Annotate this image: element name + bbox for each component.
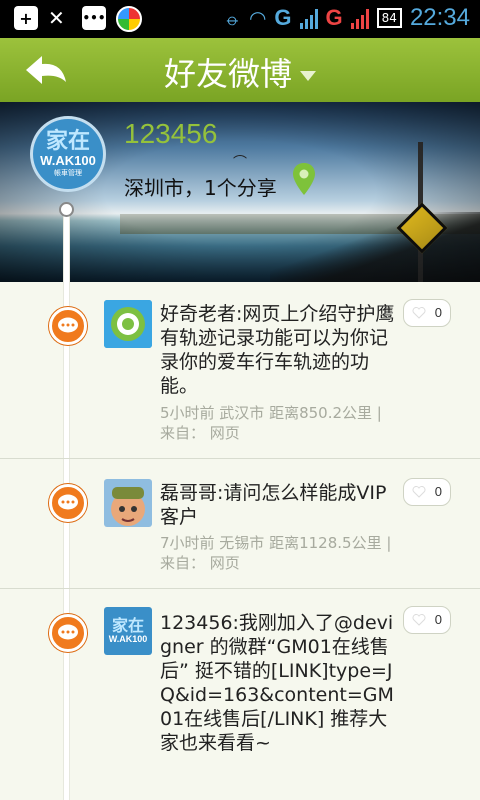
green-logo-avatar[interactable] (104, 300, 152, 348)
status-bar: + ✕ ••• ⦵ ◠ G G 84 22:34 (0, 0, 480, 38)
page-title[interactable]: 好友微博 (0, 49, 480, 95)
add-icon: + (14, 6, 38, 30)
like-count: 0 (434, 484, 442, 499)
page-title-text: 好友微博 (163, 55, 292, 93)
heart-icon (412, 307, 426, 319)
post-text: 123456:我刚加入了@devigner 的微群“GM01在线售后” 挺不错的… (160, 612, 394, 754)
brand-logo-avatar[interactable]: 家在 W.AK100 (104, 607, 152, 655)
feed-item[interactable]: 家在 W.AK100 123456:我刚加入了@devigner 的微群“GM0… (0, 589, 480, 800)
clock: 22:34 (409, 4, 470, 31)
like-count: 0 (434, 612, 442, 627)
network-type-1: G (274, 5, 292, 30)
comment-bubble-icon[interactable] (49, 614, 87, 652)
profile-name[interactable]: 123456 (124, 118, 217, 150)
browser-icon (116, 6, 142, 32)
call-icon: ✕ (48, 6, 65, 30)
signal-icon: ⦵ (224, 6, 241, 30)
caret-down-icon[interactable] (300, 71, 316, 81)
network-type-2: G (325, 5, 343, 30)
avatar-logo-tag: 帳車管理 (54, 168, 82, 177)
signal-bars-icon-2 (350, 7, 369, 29)
message-icon: ••• (82, 6, 106, 30)
avatar-logo-text: 家在 (45, 128, 90, 154)
wifi-icon: ◠ (248, 6, 267, 30)
feed-item[interactable]: 好奇老者:网页上介绍守护鹰有轨迹记录功能可以为你记录你的爱车行车轨迹的功能。 5… (0, 282, 480, 459)
like-count: 0 (434, 305, 442, 320)
comment-bubble-icon[interactable] (49, 307, 87, 345)
bird-icon: ⌒ (233, 155, 247, 171)
post-meta: 5小时前 武汉市 距离850.2公里 | 来自： 网页 (160, 404, 382, 442)
profile-location-share: 深圳市，1个分享 (124, 176, 277, 200)
profile-avatar[interactable]: 家在 W.AK100 帳車管理 (30, 116, 106, 192)
like-button[interactable]: 0 (403, 478, 451, 506)
like-button[interactable]: 0 (403, 299, 451, 327)
post-text: 好奇老者:网页上介绍守护鹰有轨迹记录功能可以为你记录你的爱车行车轨迹的功能。 (160, 303, 395, 397)
thumb-logo-sub: W.AK100 (108, 634, 148, 644)
title-bar: 好友微博 (0, 38, 480, 102)
thumb-logo-text: 家在 (111, 616, 144, 635)
timeline-start-dot (59, 202, 74, 217)
heart-icon (412, 486, 426, 498)
signal-bars-icon (299, 7, 318, 29)
post-text: 磊哥哥:请问怎么样能成VIP客户 (160, 482, 387, 528)
comment-bubble-icon[interactable] (49, 484, 87, 522)
cartoon-character-avatar[interactable] (104, 479, 152, 527)
post-meta: 7小时前 无锡市 距离1128.5公里 | 来自： 网页 (160, 534, 392, 572)
heart-icon (412, 614, 426, 626)
like-button[interactable]: 0 (403, 606, 451, 634)
feed-item[interactable]: 磊哥哥:请问怎么样能成VIP客户 7小时前 无锡市 距离1128.5公里 | 来… (0, 459, 480, 589)
battery-indicator: 84 (376, 8, 402, 28)
location-pin-icon[interactable] (291, 162, 317, 196)
avatar-logo-sub: W.AK100 (40, 152, 96, 168)
